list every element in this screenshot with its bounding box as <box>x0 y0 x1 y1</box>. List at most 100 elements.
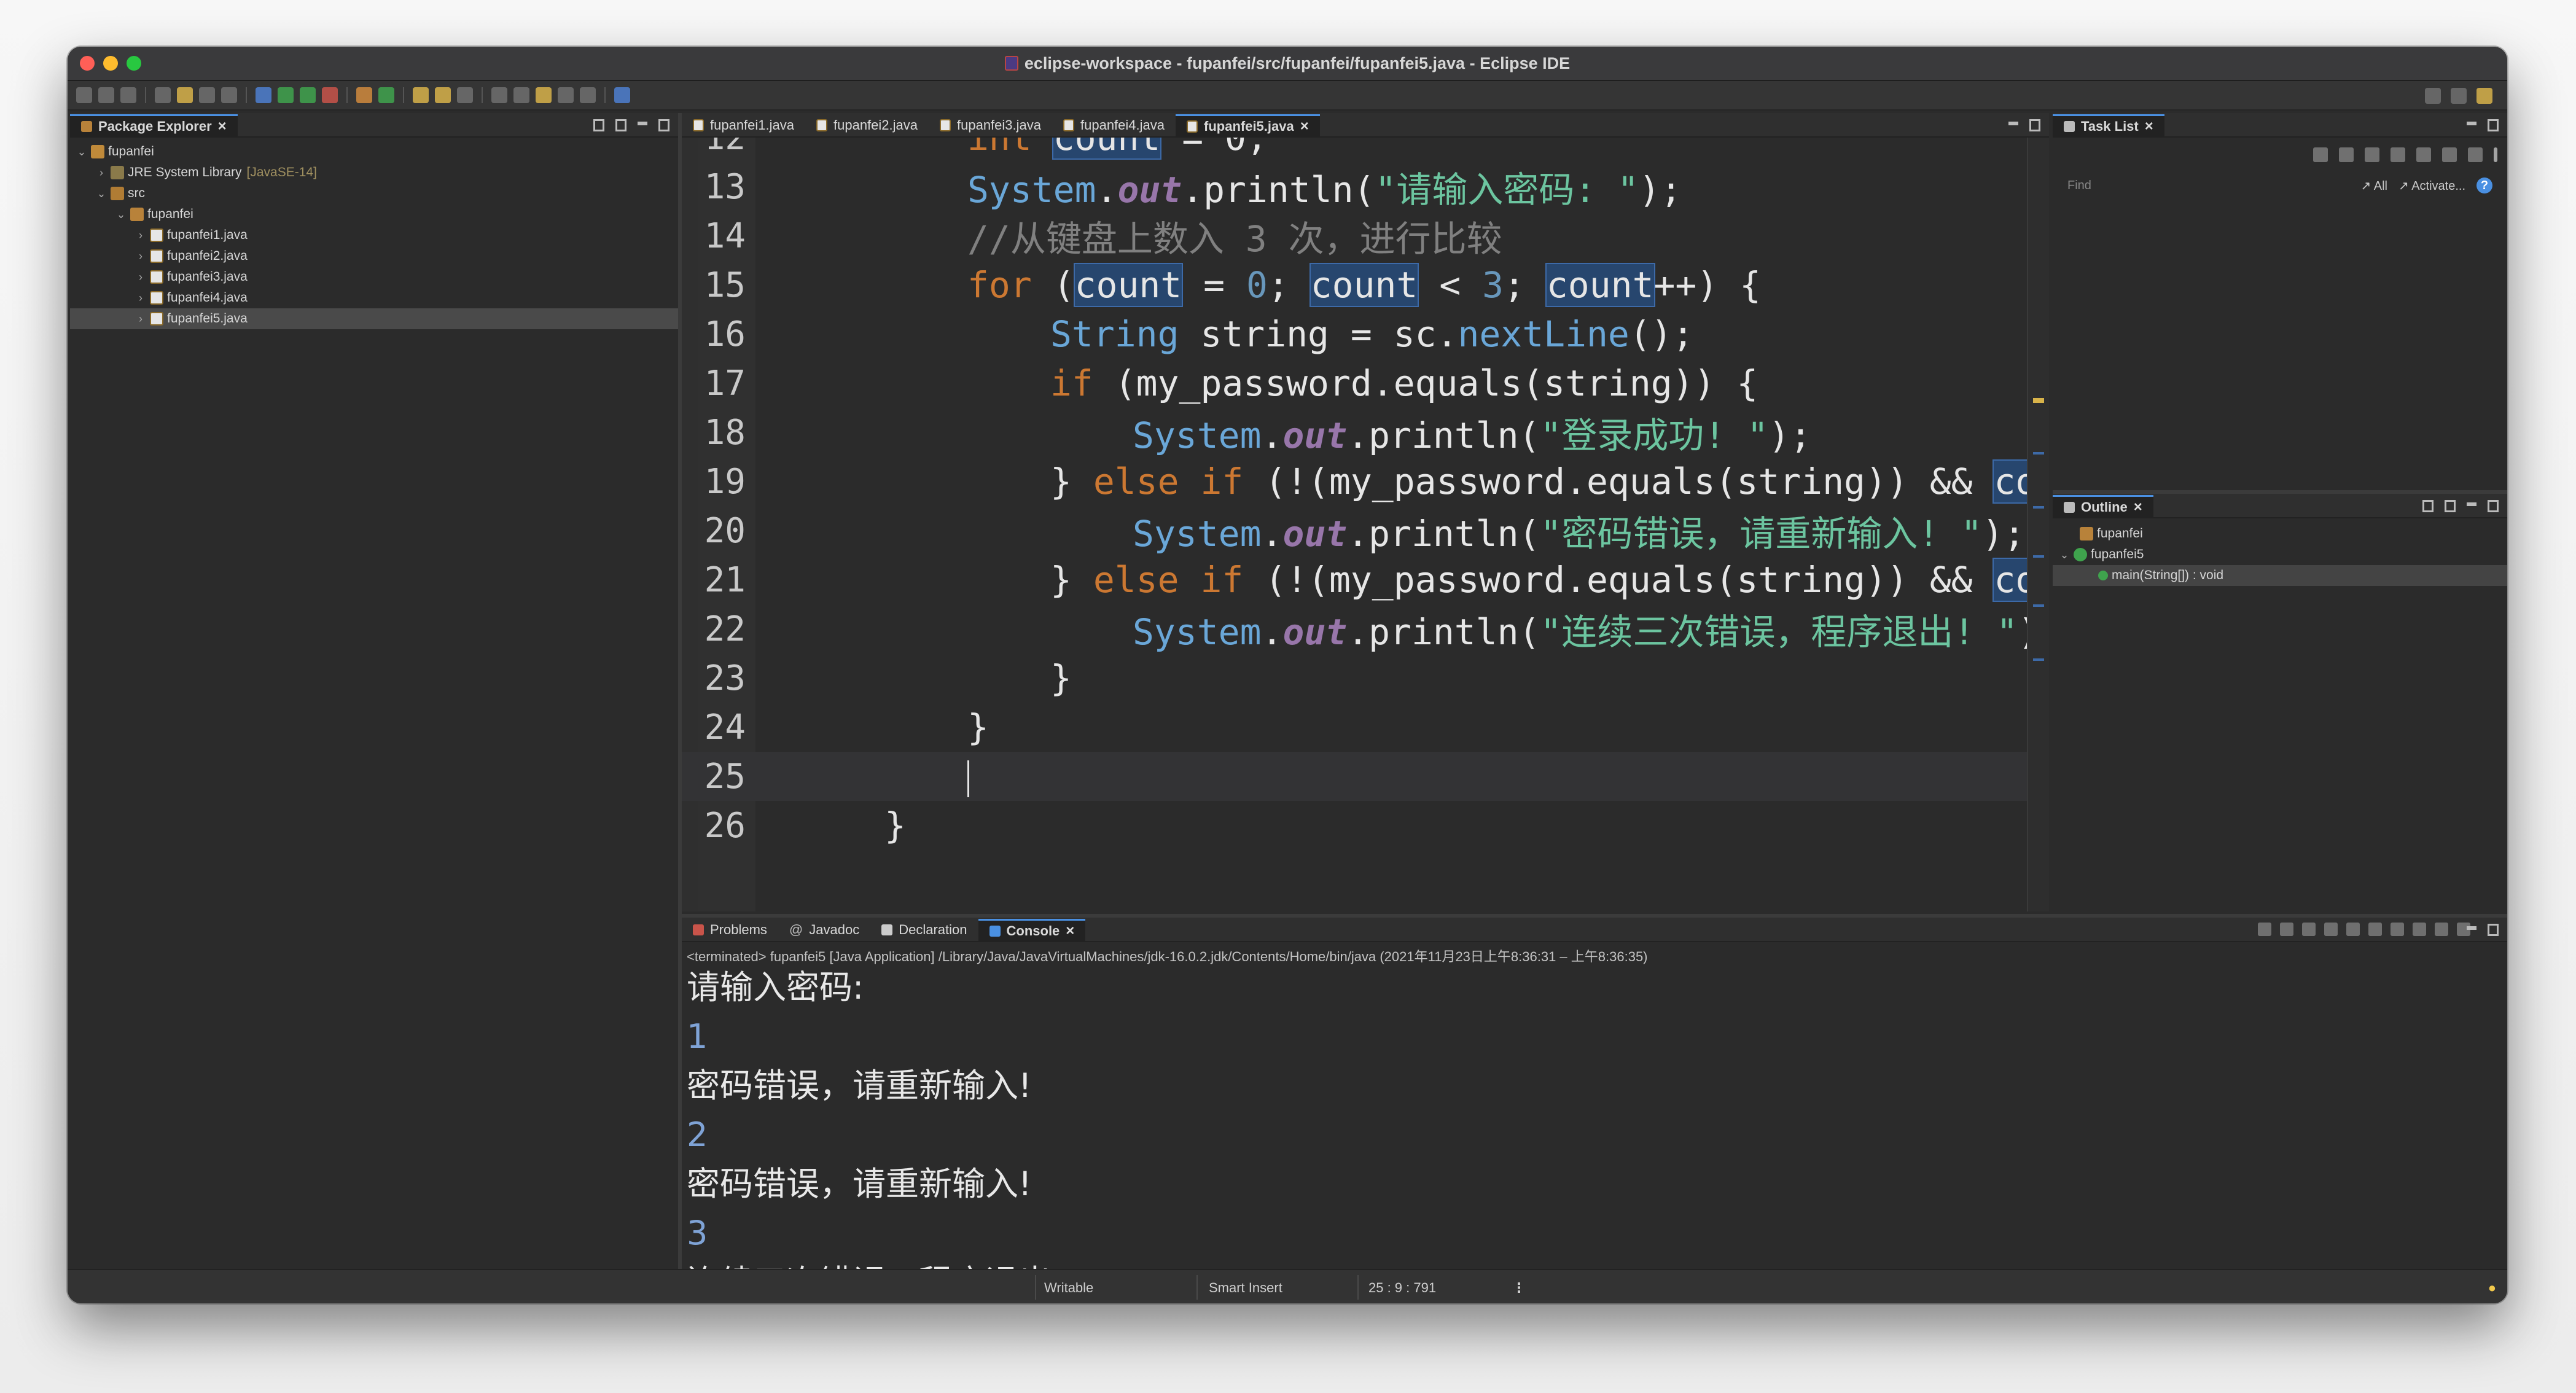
word-wrap-icon[interactable] <box>2368 923 2382 936</box>
all-link[interactable]: ↗ All <box>2361 178 2387 193</box>
save-icon[interactable] <box>98 87 114 103</box>
tree-item-jre-library[interactable]: › JRE System Library [JavaSE-14] <box>70 162 678 183</box>
overview-ruler[interactable] <box>2027 138 2049 911</box>
collapse-all-icon[interactable] <box>2416 147 2431 162</box>
minimize-icon[interactable] <box>638 122 647 125</box>
search-toolbar-icon[interactable] <box>457 87 473 103</box>
link-with-editor-icon[interactable] <box>615 119 626 131</box>
search-icon[interactable] <box>2425 88 2441 104</box>
open-type-icon[interactable] <box>413 87 429 103</box>
occurrence-marker[interactable] <box>2033 555 2044 558</box>
coverage-icon[interactable] <box>300 87 316 103</box>
occurrence-marker[interactable] <box>2033 452 2044 455</box>
warning-marker[interactable] <box>2033 398 2044 403</box>
run-icon[interactable] <box>278 87 294 103</box>
tab-fupanfei4[interactable]: fupanfei4.java <box>1052 114 1176 136</box>
mark-occurrences-icon[interactable] <box>177 87 193 103</box>
tab-outline[interactable]: Outline × <box>2053 495 2153 517</box>
remove-launch-icon[interactable] <box>2280 923 2293 936</box>
show-on-output-icon[interactable] <box>2391 923 2404 936</box>
new-task-icon[interactable] <box>2313 147 2328 162</box>
display-console-icon[interactable] <box>2435 923 2448 936</box>
tab-fupanfei1[interactable]: fupanfei1.java <box>682 114 805 136</box>
task-find-input[interactable]: Find <box>2067 179 2350 193</box>
pin-console-icon[interactable] <box>2413 923 2426 936</box>
collapse-all-icon[interactable] <box>593 119 604 131</box>
tab-declaration[interactable]: Declaration <box>870 919 978 941</box>
maximize-icon[interactable] <box>2488 500 2499 512</box>
toggle-block-icon[interactable] <box>199 87 215 103</box>
chevron-right-icon[interactable]: › <box>95 166 108 179</box>
minimize-icon[interactable] <box>2467 926 2476 930</box>
tree-item-file[interactable]: › fupanfei1.java <box>70 225 678 246</box>
forward-icon[interactable] <box>580 87 596 103</box>
tab-console[interactable]: Console × <box>978 919 1086 941</box>
tab-javadoc[interactable]: @ Javadoc <box>778 919 870 941</box>
sort-icon[interactable] <box>2422 500 2434 512</box>
tree-item-src[interactable]: ⌄ src <box>70 183 678 204</box>
maximize-icon[interactable] <box>658 119 669 131</box>
tab-task-list[interactable]: Task List × <box>2053 114 2164 136</box>
debug-icon[interactable] <box>256 87 271 103</box>
previous-annotation-icon[interactable] <box>513 87 529 103</box>
close-icon[interactable]: × <box>2134 499 2142 516</box>
clear-console-icon[interactable] <box>2324 923 2338 936</box>
chevron-right-icon[interactable]: › <box>134 250 147 263</box>
categorize-icon[interactable] <box>2339 147 2354 162</box>
maximize-window-button[interactable] <box>127 56 141 71</box>
code-editor[interactable]: 12 int count = 0; 13 System.out.println("请… <box>682 138 2049 911</box>
new-class-icon[interactable] <box>378 87 394 103</box>
open-task-icon[interactable] <box>435 87 451 103</box>
outline-item-class[interactable]: ⌄ fupanfei5 <box>2053 544 2507 565</box>
chevron-down-icon[interactable]: ⌄ <box>114 208 128 221</box>
chevron-down-icon[interactable]: ⌄ <box>2058 548 2071 561</box>
close-icon[interactable]: × <box>1300 118 1309 135</box>
tree-item-project[interactable]: ⌄ fupanfei <box>70 141 678 162</box>
console-output[interactable]: 请输入密码: 1 密码错误，请重新输入! 2 密码错误，请重新输入! 3 连续三… <box>682 963 2507 1303</box>
last-edit-icon[interactable] <box>536 87 552 103</box>
minimize-icon[interactable] <box>2467 122 2476 125</box>
close-icon[interactable]: × <box>2145 118 2153 135</box>
minimize-window-button[interactable] <box>103 56 118 71</box>
save-all-icon[interactable] <box>120 87 136 103</box>
outline-item-package[interactable]: fupanfei <box>2053 523 2507 544</box>
chevron-down-icon[interactable]: ⌄ <box>95 187 108 200</box>
tab-fupanfei2[interactable]: fupanfei2.java <box>805 114 929 136</box>
occurrence-marker[interactable] <box>2033 658 2044 661</box>
maximize-icon[interactable] <box>2029 119 2040 131</box>
maximize-icon[interactable] <box>2488 924 2499 936</box>
tree-item-file-selected[interactable]: › fupanfei5.java <box>70 308 678 329</box>
show-whitespace-icon[interactable] <box>221 87 237 103</box>
tab-package-explorer[interactable]: Package Explorer × <box>70 114 238 136</box>
lightbulb-icon[interactable]: ● <box>2488 1280 2496 1296</box>
back-icon[interactable] <box>558 87 574 103</box>
tree-item-package[interactable]: ⌄ fupanfei <box>70 204 678 225</box>
maximize-icon[interactable] <box>2488 119 2499 131</box>
close-window-button[interactable] <box>80 56 95 71</box>
remove-all-icon[interactable] <box>2302 923 2316 936</box>
java-perspective-icon[interactable] <box>2476 88 2492 104</box>
close-icon[interactable]: × <box>1066 923 1074 940</box>
occurrence-marker[interactable] <box>2033 604 2044 607</box>
tree-item-file[interactable]: › fupanfei3.java <box>70 267 678 287</box>
new-java-project-icon[interactable] <box>356 87 372 103</box>
help-icon[interactable]: ? <box>2476 178 2492 193</box>
occurrence-marker[interactable] <box>2033 506 2044 509</box>
sync-icon[interactable] <box>2442 147 2457 162</box>
scroll-lock-icon[interactable] <box>2346 923 2360 936</box>
outline-item-method[interactable]: main(String[]) : void <box>2053 565 2507 586</box>
activate-link[interactable]: ↗ Activate... <box>2398 178 2465 193</box>
minimize-icon[interactable] <box>2008 122 2018 125</box>
terminal-icon[interactable] <box>155 87 171 103</box>
scheduled-icon[interactable] <box>2365 147 2379 162</box>
tab-fupanfei3[interactable]: fupanfei3.java <box>929 114 1052 136</box>
hide-completed-icon[interactable] <box>2391 147 2405 162</box>
chevron-right-icon[interactable]: › <box>134 292 147 305</box>
terminate-icon[interactable] <box>2258 923 2271 936</box>
chevron-right-icon[interactable]: › <box>134 313 147 326</box>
chevron-right-icon[interactable]: › <box>134 271 147 284</box>
more-options-icon[interactable] <box>2494 147 2497 162</box>
tree-item-file[interactable]: › fupanfei2.java <box>70 246 678 267</box>
tab-fupanfei5[interactable]: fupanfei5.java × <box>1176 114 1320 136</box>
chevron-right-icon[interactable]: › <box>134 229 147 242</box>
